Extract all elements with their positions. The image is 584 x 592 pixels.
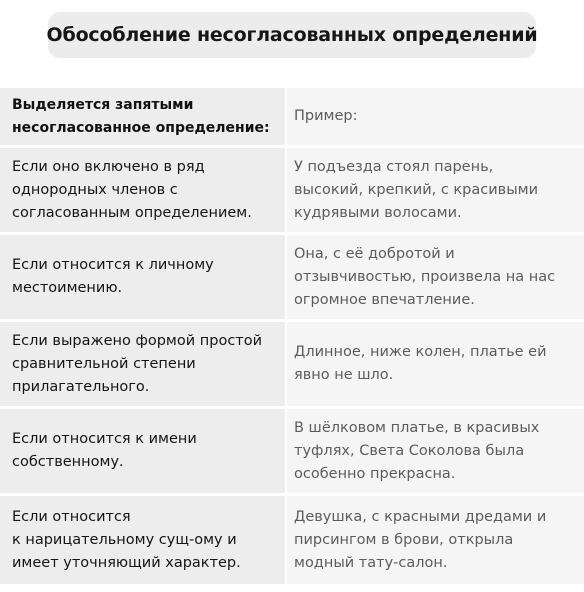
condition-cell: Если оно включено в ряд однородных члено…	[0, 148, 285, 232]
table-row: Если относится к имени собственному. В ш…	[0, 409, 584, 493]
header-example-cell: Пример:	[287, 88, 584, 145]
table-row: Если относится к нарицательному сущ-ому …	[0, 496, 584, 584]
page-title: Обособление несогласованных определений	[47, 12, 538, 58]
table-row: Если выражено формой простой сравнительн…	[0, 322, 584, 406]
condition-cell: Если относится к личному местоимению.	[0, 235, 285, 319]
example-cell: Девушка, с красными дредами и пирсингом …	[287, 496, 584, 584]
table-header-row: Выделяется запятыми несогласованное опре…	[0, 88, 584, 145]
table-row: Если относится к личному местоимению. Он…	[0, 235, 584, 319]
example-cell: В шёлковом платье, в красивых туфлях, Св…	[287, 409, 584, 493]
condition-cell: Если относится к имени собственному.	[0, 409, 285, 493]
condition-cell: Если относится к нарицательному сущ-ому …	[0, 496, 285, 584]
header-condition-cell: Выделяется запятыми несогласованное опре…	[0, 88, 285, 145]
table-row: Если оно включено в ряд однородных члено…	[0, 148, 584, 232]
example-cell: У подъезда стоял парень, высокий, крепки…	[287, 148, 584, 232]
example-cell: Она, с её добротой и отзывчивостью, прои…	[287, 235, 584, 319]
condition-cell: Если выражено формой простой сравнительн…	[0, 322, 285, 406]
example-cell: Длинное, ниже колен, платье ей явно не ш…	[287, 322, 584, 406]
